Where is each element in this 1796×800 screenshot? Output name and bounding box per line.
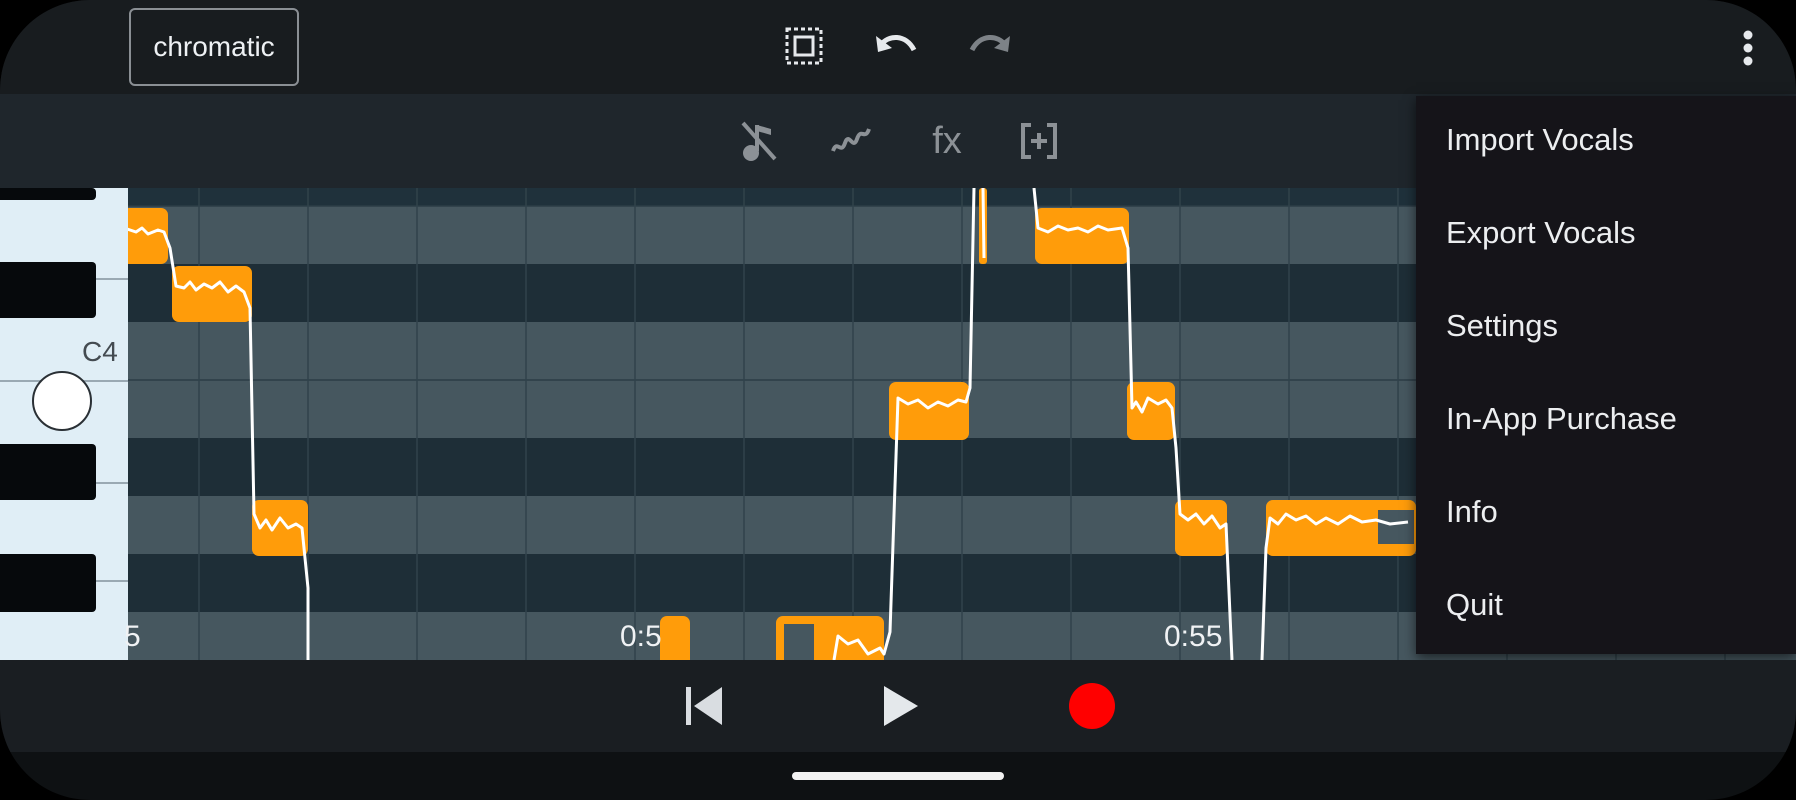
pitch-curve-icon[interactable] <box>826 116 876 166</box>
menu-item-quit[interactable]: Quit <box>1446 587 1503 623</box>
skip-back-icon[interactable] <box>680 682 728 730</box>
more-vert-icon[interactable] <box>1732 24 1764 72</box>
black-key[interactable] <box>0 262 96 318</box>
top-app-bar: chromatic <box>0 0 1796 94</box>
scroll-knob[interactable] <box>32 371 92 431</box>
play-icon[interactable] <box>876 680 926 732</box>
menu-item-export-vocals[interactable]: Export Vocals <box>1446 215 1636 251</box>
menu-item-import-vocals[interactable]: Import Vocals <box>1446 122 1634 158</box>
transport-bar <box>0 660 1796 752</box>
black-key[interactable] <box>0 188 96 200</box>
overflow-menu: Import Vocals Export Vocals Settings In-… <box>1416 96 1796 654</box>
menu-item-info[interactable]: Info <box>1446 494 1498 530</box>
select-all-icon[interactable] <box>780 22 828 70</box>
app-screen: chromatic fx C4 5 0:5 0:55 Import Vocals… <box>0 0 1796 800</box>
black-key[interactable] <box>0 554 96 612</box>
piano-keyboard[interactable]: C4 <box>0 188 128 660</box>
mute-note-icon[interactable] <box>734 116 784 166</box>
menu-item-in-app-purchase[interactable]: In-App Purchase <box>1446 401 1677 437</box>
time-label: 5 <box>124 620 141 653</box>
scale-selector-button[interactable]: chromatic <box>129 8 299 86</box>
add-selection-icon[interactable] <box>1014 116 1064 166</box>
black-key[interactable] <box>0 444 96 500</box>
redo-icon[interactable] <box>966 22 1014 70</box>
home-indicator[interactable] <box>792 772 1004 780</box>
menu-item-settings[interactable]: Settings <box>1446 308 1558 344</box>
time-label: 0:55 <box>1164 620 1223 653</box>
undo-icon[interactable] <box>872 22 920 70</box>
c4-label: C4 <box>82 336 118 367</box>
record-icon[interactable] <box>1066 680 1118 732</box>
fx-icon[interactable]: fx <box>922 116 972 166</box>
time-label: 0:5 <box>620 620 662 653</box>
